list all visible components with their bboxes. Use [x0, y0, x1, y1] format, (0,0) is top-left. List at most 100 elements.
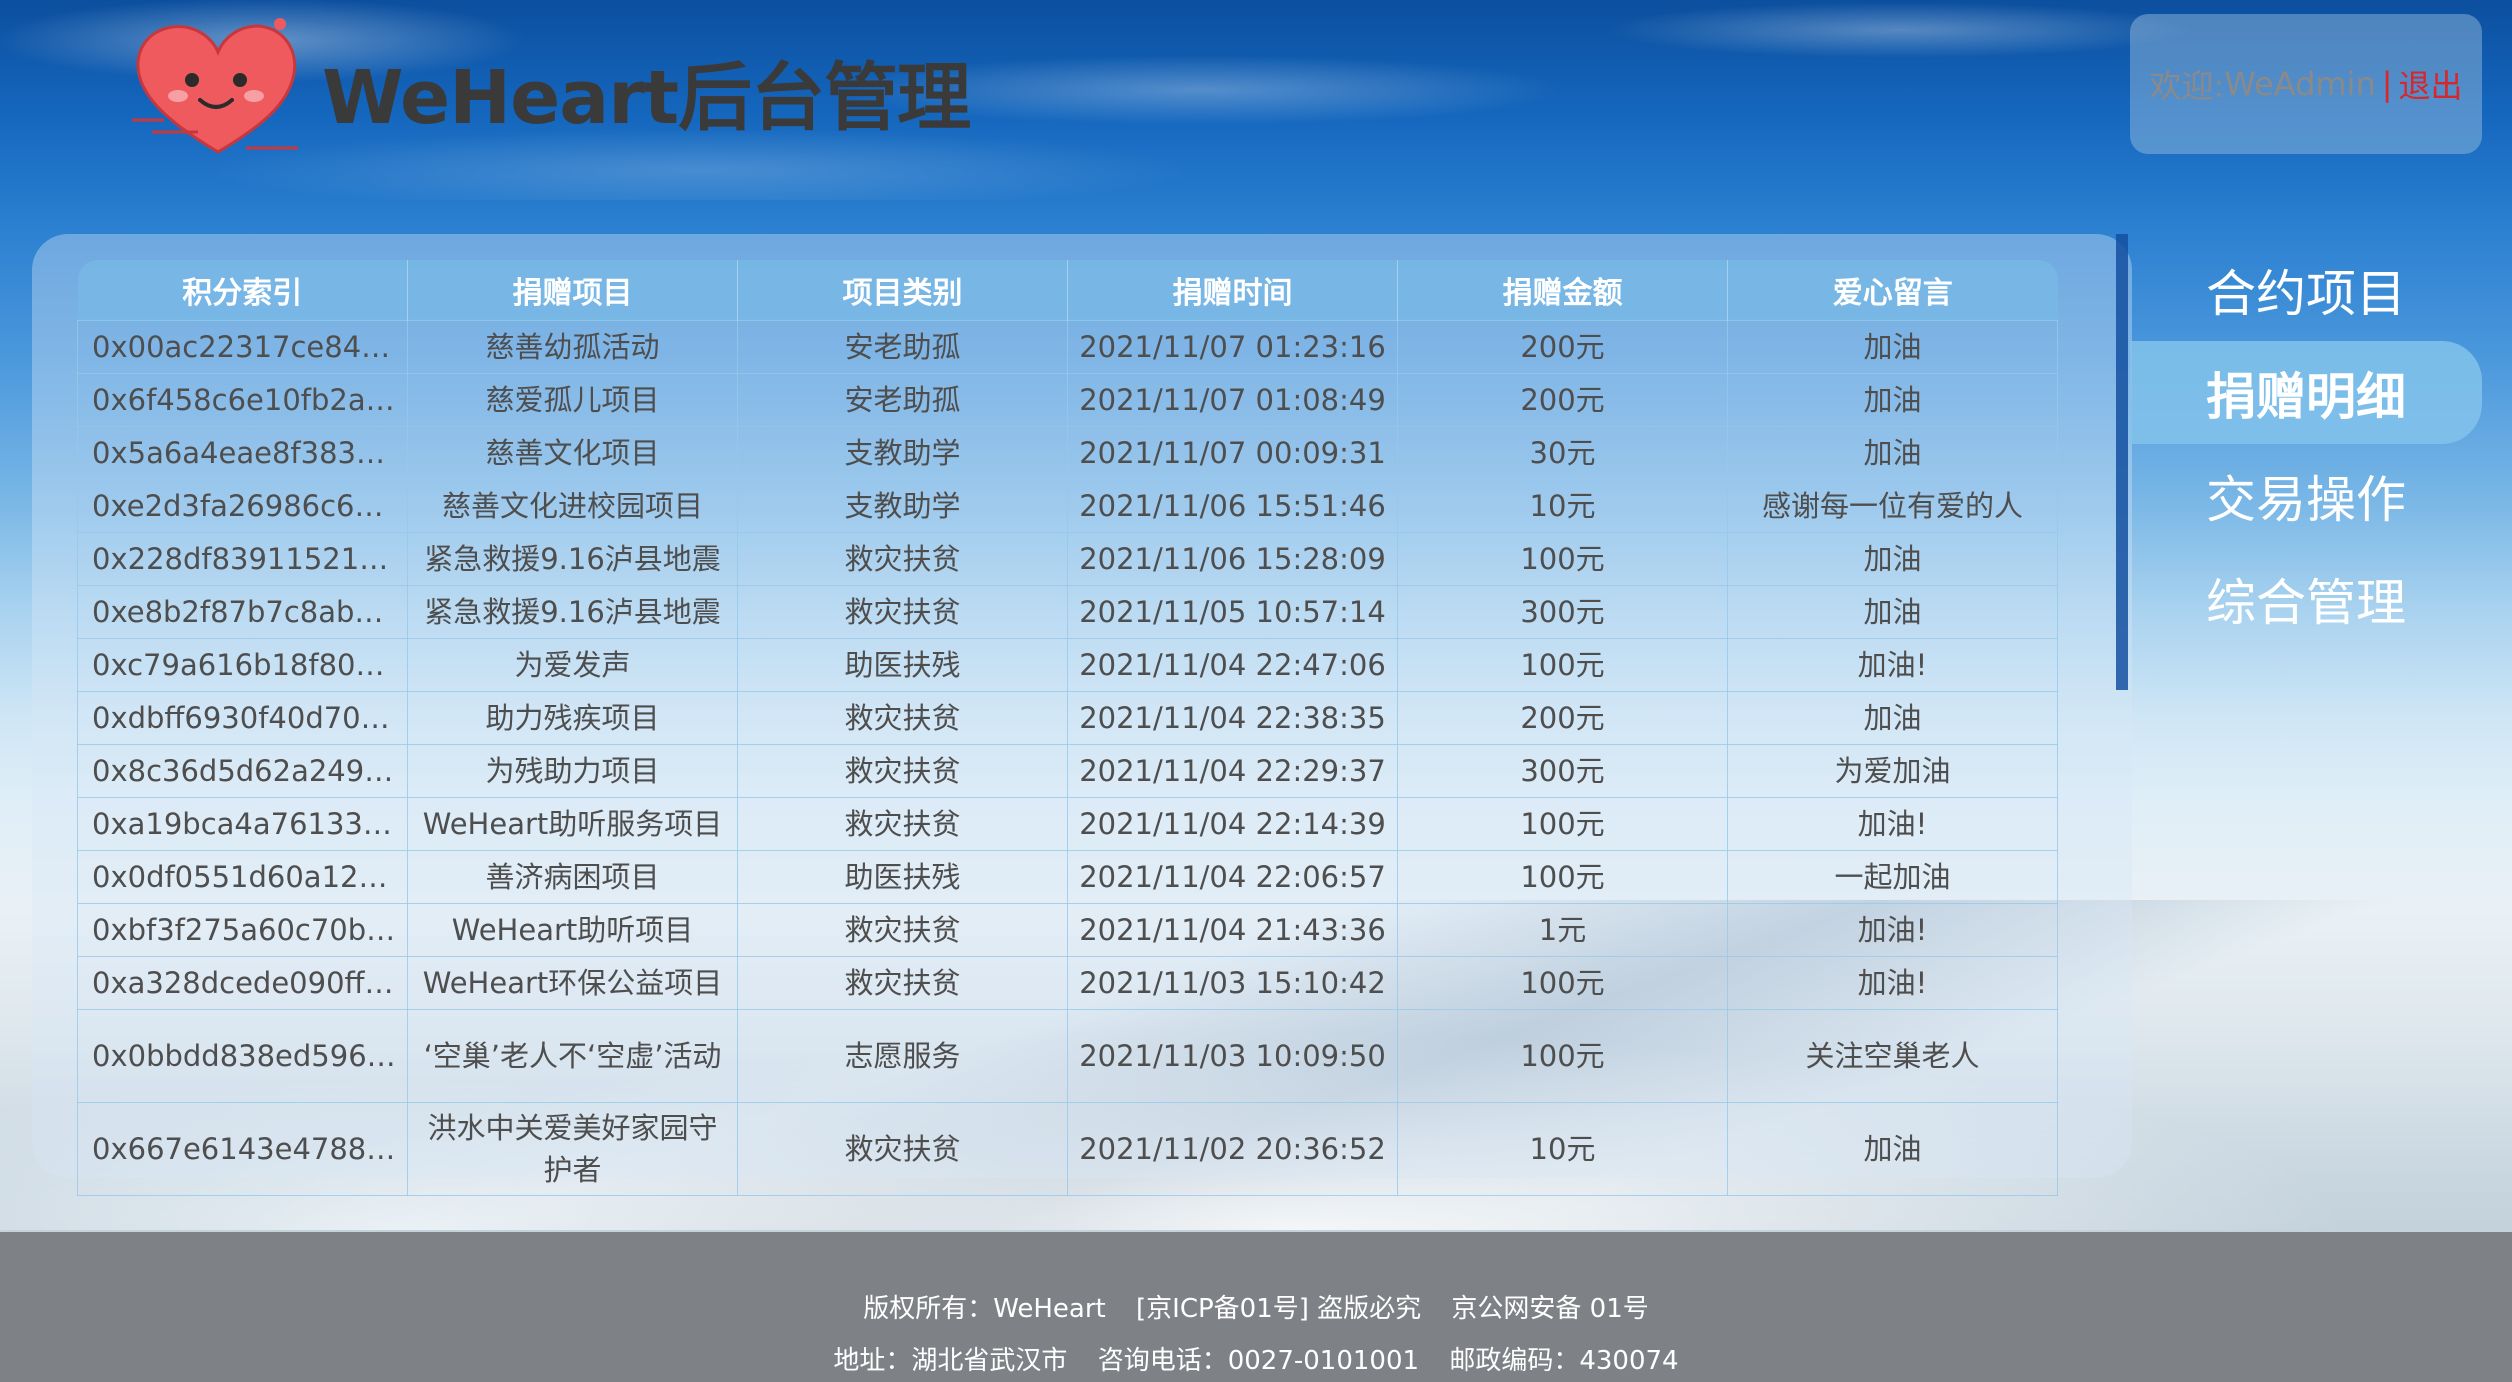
footer-icp: [京ICP备01号] 盗版必究: [1136, 1294, 1422, 1324]
footer-police: 京公网安备 01号: [1451, 1294, 1649, 1324]
table-row: 0x0df0551d60a1207... 善济病困项目 助医扶残 2021/11…: [77, 850, 2058, 904]
project-cell: 慈善幼孤活动: [407, 320, 738, 374]
column-header-category: 项目类别: [737, 260, 1068, 321]
welcome-prefix: 欢迎:: [2149, 67, 2225, 105]
time-cell: 2021/11/04 22:14:39: [1067, 797, 1398, 851]
username: WeAdmin: [2224, 65, 2376, 103]
project-cell: WeHeart环保公益项目: [407, 956, 738, 1010]
amount-cell: 100元: [1397, 638, 1728, 692]
time-cell: 2021/11/05 10:57:14: [1067, 585, 1398, 639]
welcome-box: 欢迎: WeAdmin | 退出: [2130, 14, 2482, 154]
time-cell: 2021/11/03 10:09:50: [1067, 1009, 1398, 1103]
side-nav: 合约项目 捐赠明细 交易操作 综合管理: [2130, 238, 2482, 650]
table-row: 0x6f458c6e10fb2a96... 慈爱孤儿项目 安老助孤 2021/1…: [77, 373, 2058, 427]
nav-item-contract-projects[interactable]: 合约项目: [2130, 238, 2482, 341]
project-cell: WeHeart助听项目: [407, 903, 738, 957]
project-cell: 助力残疾项目: [407, 691, 738, 745]
index-cell: 0x00ac22317ce847e...: [77, 320, 408, 374]
project-cell: 善济病困项目: [407, 850, 738, 904]
project-cell: 为爱发声: [407, 638, 738, 692]
project-cell: 紧急救援9.16泸县地震: [407, 532, 738, 586]
index-cell: 0xe2d3fa26986c6ecf...: [77, 479, 408, 533]
column-header-index: 积分索引: [77, 260, 408, 321]
time-cell: 2021/11/03 15:10:42: [1067, 956, 1398, 1010]
index-cell: 0xdbff6930f40d70c0...: [77, 691, 408, 745]
index-cell: 0x8c36d5d62a249d5...: [77, 744, 408, 798]
message-cell: 加油: [1727, 691, 2058, 745]
message-cell: 加油: [1727, 320, 2058, 374]
index-cell: 0x6f458c6e10fb2a96...: [77, 373, 408, 427]
logout-link[interactable]: 退出: [2399, 61, 2463, 107]
nav-item-management[interactable]: 综合管理: [2130, 547, 2482, 650]
message-cell: 加油!: [1727, 797, 2058, 851]
amount-cell: 200元: [1397, 691, 1728, 745]
category-cell: 救灾扶贫: [737, 585, 1068, 639]
welcome-separator: |: [2381, 65, 2393, 103]
amount-cell: 100元: [1397, 956, 1728, 1010]
table-row: 0xc79a616b18f8054... 为爱发声 助医扶残 2021/11/0…: [77, 638, 2058, 692]
project-cell: 紧急救援9.16泸县地震: [407, 585, 738, 639]
column-header-project: 捐赠项目: [407, 260, 738, 321]
footer-copyright: 版权所有：WeHeart: [863, 1294, 1106, 1324]
amount-cell: 10元: [1397, 479, 1728, 533]
project-cell: WeHeart助听服务项目: [407, 797, 738, 851]
heart-logo-icon: [128, 14, 308, 162]
index-cell: 0x0df0551d60a1207...: [77, 850, 408, 904]
table-row: 0x00ac22317ce847e... 慈善幼孤活动 安老助孤 2021/11…: [77, 320, 2058, 374]
category-cell: 救灾扶贫: [737, 797, 1068, 851]
table-row: 0xe2d3fa26986c6ecf... 慈善文化进校园项目 支教助学 202…: [77, 479, 2058, 533]
time-cell: 2021/11/06 15:28:09: [1067, 532, 1398, 586]
table-header-row: 积分索引 捐赠项目 项目类别 捐赠时间 捐赠金额 爱心留言: [77, 260, 2058, 321]
category-cell: 助医扶残: [737, 638, 1068, 692]
message-cell: 加油: [1727, 585, 2058, 639]
table-row: 0xbf3f275a60c70b62... WeHeart助听项目 救灾扶贫 2…: [77, 903, 2058, 957]
message-cell: 关注空巢老人: [1727, 1009, 2058, 1103]
amount-cell: 200元: [1397, 373, 1728, 427]
amount-cell: 300元: [1397, 744, 1728, 798]
category-cell: 支教助学: [737, 479, 1068, 533]
category-cell: 救灾扶贫: [737, 744, 1068, 798]
message-cell: 一起加油: [1727, 850, 2058, 904]
index-cell: 0x228df83911521e9...: [77, 532, 408, 586]
nav-item-donation-details[interactable]: 捐赠明细: [2130, 341, 2482, 444]
index-cell: 0xa328dcede090ffaa...: [77, 956, 408, 1010]
index-cell: 0xc79a616b18f8054...: [77, 638, 408, 692]
index-cell: 0xa19bca4a76133e6...: [77, 797, 408, 851]
project-cell: 慈善文化进校园项目: [407, 479, 738, 533]
table-row: 0x8c36d5d62a249d5... 为残助力项目 救灾扶贫 2021/11…: [77, 744, 2058, 798]
amount-cell: 1元: [1397, 903, 1728, 957]
category-cell: 支教助学: [737, 426, 1068, 480]
panel-scroll-strip: [2116, 234, 2128, 690]
footer-line-2: 地址：湖北省武汉市 咨询电话：0027-0101001 邮政编码：430074: [0, 1340, 2512, 1377]
table-row: 0xe8b2f87b7c8aba2... 紧急救援9.16泸县地震 救灾扶贫 2…: [77, 585, 2058, 639]
column-header-message: 爱心留言: [1727, 260, 2058, 321]
time-cell: 2021/11/04 22:06:57: [1067, 850, 1398, 904]
project-cell: 为残助力项目: [407, 744, 738, 798]
category-cell: 安老助孤: [737, 373, 1068, 427]
footer-line-1: 版权所有：WeHeart [京ICP备01号] 盗版必究 京公网安备 01号: [0, 1288, 2512, 1325]
amount-cell: 100元: [1397, 797, 1728, 851]
time-cell: 2021/11/04 21:43:36: [1067, 903, 1398, 957]
nav-item-transactions[interactable]: 交易操作: [2130, 444, 2482, 547]
time-cell: 2021/11/06 15:51:46: [1067, 479, 1398, 533]
amount-cell: 100元: [1397, 850, 1728, 904]
table-row: 0xa328dcede090ffaa... WeHeart环保公益项目 救灾扶贫…: [77, 956, 2058, 1010]
category-cell: 救灾扶贫: [737, 1102, 1068, 1196]
table-row: 0x5a6a4eae8f38395... 慈善文化项目 支教助学 2021/11…: [77, 426, 2058, 480]
message-cell: 感谢每一位有爱的人: [1727, 479, 2058, 533]
message-cell: 为爱加油: [1727, 744, 2058, 798]
table-row: 0xa19bca4a76133e6... WeHeart助听服务项目 救灾扶贫 …: [77, 797, 2058, 851]
index-cell: 0x667e6143e4788b9...: [77, 1102, 408, 1196]
column-header-time: 捐赠时间: [1067, 260, 1398, 321]
project-cell: 慈爱孤儿项目: [407, 373, 738, 427]
table-row: 0x667e6143e4788b9... 洪水中关爱美好家园守护者 救灾扶贫 2…: [77, 1102, 2058, 1196]
table-row: 0x228df83911521e9... 紧急救援9.16泸县地震 救灾扶贫 2…: [77, 532, 2058, 586]
footer-phone: 咨询电话：0027-0101001: [1097, 1346, 1420, 1376]
category-cell: 安老助孤: [737, 320, 1068, 374]
header: WeHeart后台管理 欢迎: WeAdmin | 退出: [0, 0, 2512, 180]
index-cell: 0x0bbdd838ed596f8...: [77, 1009, 408, 1103]
message-cell: 加油: [1727, 426, 2058, 480]
project-cell: 慈善文化项目: [407, 426, 738, 480]
index-cell: 0xe8b2f87b7c8aba2...: [77, 585, 408, 639]
category-cell: 救灾扶贫: [737, 956, 1068, 1010]
